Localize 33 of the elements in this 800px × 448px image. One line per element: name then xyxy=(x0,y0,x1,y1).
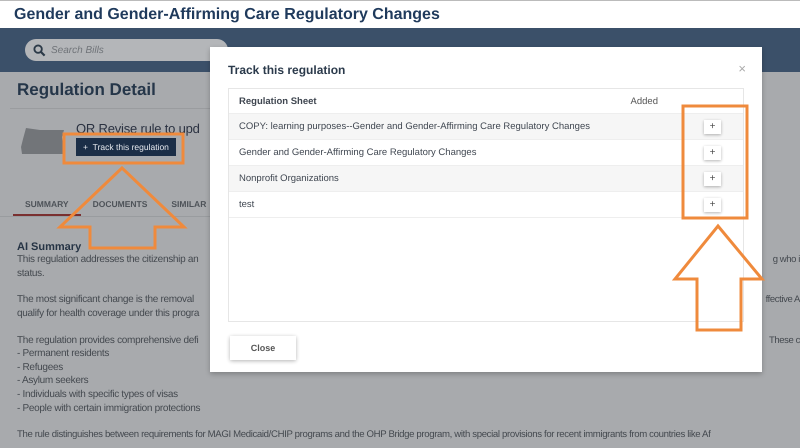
section-heading: AI Summary xyxy=(17,241,82,253)
summary-text: This regulation addresses the citizenship an xyxy=(17,254,198,266)
summary-text: The rule distinguishes between requirements for MAGI Medicaid/CHIP programs and the OHP Bridge program, with special provisions for recent immigrants from countries like Af xyxy=(17,429,710,440)
add-button[interactable]: + xyxy=(704,198,721,212)
search-field[interactable]: Search Bills xyxy=(25,39,228,61)
summary-text: g who i xyxy=(772,254,800,266)
column-header: Regulation Sheet xyxy=(239,96,317,106)
table-cell: Nonprofit Organizations xyxy=(239,173,339,184)
summary-text: - People with certain immigration protections xyxy=(17,402,200,414)
search-icon xyxy=(33,44,46,57)
summary-text: ffective A xyxy=(766,294,800,306)
page-title: Gender and Gender-Affirming Care Regulatory Changes xyxy=(14,6,440,24)
add-button[interactable]: + xyxy=(704,146,721,160)
table-cell: COPY: learning purposes--Gender and Gender-Affirming Care Regulatory Changes xyxy=(239,121,590,132)
column-header: Added xyxy=(630,96,658,106)
close-button[interactable]: Close xyxy=(230,336,296,360)
table-cell: test xyxy=(239,199,254,210)
add-button[interactable]: + xyxy=(704,120,721,134)
summary-text: - Asylum seekers xyxy=(17,375,88,386)
dialog-title: Track this regulation xyxy=(228,62,346,77)
table-cell: Gender and Gender-Affirming Care Regulatory Changes xyxy=(239,147,476,158)
page-heading: Regulation Detail xyxy=(17,80,156,101)
add-button[interactable]: + xyxy=(704,172,721,186)
summary-text: - Individuals with specific types of visas xyxy=(17,389,178,400)
summary-text: The regulation provides comprehensive defi xyxy=(17,334,198,346)
state-map-icon xyxy=(20,127,66,155)
summary-text: status. xyxy=(17,268,44,279)
summary-text: The most significant change is the removal xyxy=(17,294,194,306)
summary-text: qualify for health coverage under this progra xyxy=(17,308,200,320)
summary-text: - Permanent residents xyxy=(17,348,110,360)
summary-text: These c xyxy=(769,334,800,346)
summary-text: - Refugees xyxy=(17,362,63,373)
track-button[interactable]: + Track this regulation xyxy=(76,138,176,156)
